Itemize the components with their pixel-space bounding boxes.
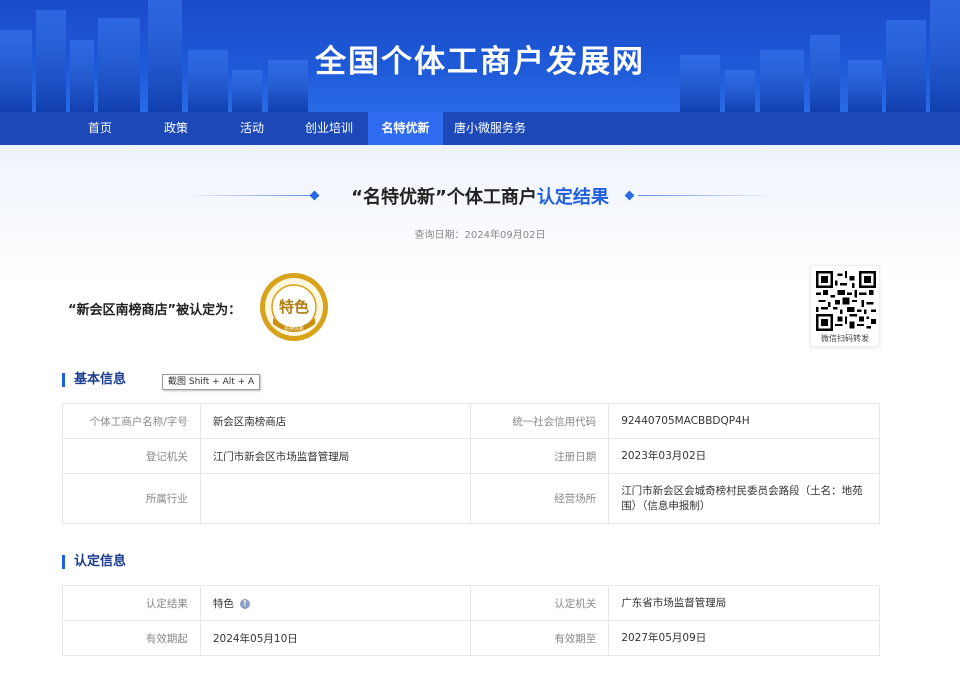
field-label: 统一社会信用代码 xyxy=(470,403,610,439)
nav-item-services[interactable]: 唐小微服务务 xyxy=(443,112,537,145)
site-title: 全国个体工商户发展网 xyxy=(315,44,645,80)
field-value xyxy=(199,473,472,524)
field-value: 江门市新会区会城奇榜村民委员会路段（土名：地苑围）（信息申报制） xyxy=(608,473,880,524)
nav-item-training[interactable]: 创业培训 xyxy=(290,112,368,145)
store-statement: “新会区南榜商店”被认定为： xyxy=(68,303,242,318)
cert-result-value: 特色 xyxy=(212,597,234,610)
field-value: 2023年03月02日 xyxy=(608,438,880,474)
table-row: 有效期起 2024年05月10日 有效期至 2027年05月09日 xyxy=(62,620,880,656)
info-icon[interactable]: ! xyxy=(239,598,250,609)
main-content: “名特优新”个体工商户认定结果 查询日期：2024年09月02日 “新会区南榜商… xyxy=(0,145,960,677)
field-label: 登记机关 xyxy=(62,438,201,474)
basic-info-title: 基本信息 xyxy=(62,373,126,387)
table-row: 登记机关 江门市新会区市场监督管理局 注册日期 2023年03月02日 xyxy=(62,438,880,474)
site-banner: 全国个体工商户发展网 xyxy=(0,0,960,112)
nav-item-events[interactable]: 活动 xyxy=(214,112,290,145)
table-row: 认定结果 特色! 认定机关 广东省市场监督管理局 xyxy=(62,585,880,621)
qr-caption: 微信扫码转发 xyxy=(821,334,869,343)
field-label: 有效期至 xyxy=(470,620,610,656)
query-date: 查询日期：2024年09月02日 xyxy=(414,230,546,241)
field-value-with-info: 特色! xyxy=(199,585,472,621)
screenshot-tooltip: 截图 Shift + Alt + A xyxy=(162,374,261,390)
cert-info-title: 认定信息 xyxy=(62,555,126,569)
result-heading: “名特优新”个体工商户认定结果 xyxy=(0,183,960,209)
badge-text: 特色 xyxy=(279,298,309,316)
nav-item-home[interactable]: 首页 xyxy=(62,112,138,145)
main-nav: 首页 政策 活动 创业培训 名特优新 唐小微服务务 xyxy=(0,112,960,145)
field-value: 92440705MACBBDQP4H xyxy=(608,403,880,439)
field-value: 广东省市场监督管理局 xyxy=(608,585,880,621)
featured-badge-icon: 特色 名特优新 xyxy=(260,273,328,341)
nav-item-policy[interactable]: 政策 xyxy=(138,112,214,145)
result-heading-highlight: 认定结果 xyxy=(536,187,609,208)
field-label: 有效期起 xyxy=(62,620,201,656)
field-value: 新会区南榜商店 xyxy=(199,403,472,439)
badge-bottom-text: 名特优新 xyxy=(284,325,304,332)
table-row: 所属行业 经营场所 江门市新会区会城奇榜村民委员会路段（土名：地苑围）（信息申报… xyxy=(62,473,880,524)
result-heading-row: “名特优新”个体工商户认定结果 xyxy=(0,183,960,209)
field-label: 认定结果 xyxy=(62,585,201,621)
field-label: 所属行业 xyxy=(62,473,201,524)
field-label: 认定机关 xyxy=(470,585,610,621)
field-label: 经营场所 xyxy=(470,473,610,524)
qr-code-icon xyxy=(816,271,876,331)
field-value: 2024年05月10日 xyxy=(199,620,472,656)
field-value: 江门市新会区市场监督管理局 xyxy=(199,438,472,474)
result-heading-prefix: “名特优新”个体工商户 xyxy=(351,187,537,208)
qr-share-box: 微信扫码转发 xyxy=(810,265,880,347)
field-label: 注册日期 xyxy=(470,438,610,474)
basic-info-table: 个体工商户名称/字号 新会区南榜商店 统一社会信用代码 92440705MACB… xyxy=(62,403,880,524)
cert-info-table: 认定结果 特色! 认定机关 广东省市场监督管理局 有效期起 2024年05月10… xyxy=(62,585,880,656)
field-value: 2027年05月09日 xyxy=(608,620,880,656)
field-label: 个体工商户名称/字号 xyxy=(62,403,201,439)
nav-item-featured[interactable]: 名特优新 xyxy=(368,112,443,145)
table-row: 个体工商户名称/字号 新会区南榜商店 统一社会信用代码 92440705MACB… xyxy=(62,403,880,439)
